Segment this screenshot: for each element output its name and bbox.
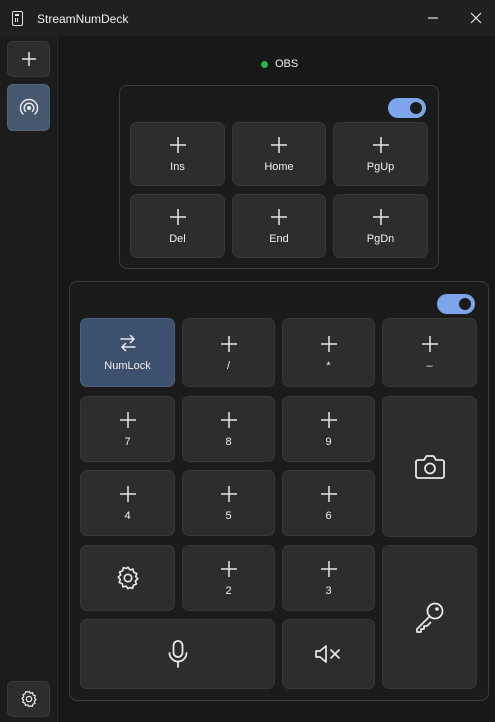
plus-icon <box>320 335 337 352</box>
main-area: OBS Ins Home PgUp Del End PgDn NumLock /… <box>58 36 495 722</box>
camera-icon <box>414 454 445 479</box>
window-title: StreamNumDeck <box>37 12 129 26</box>
numpad-panel: NumLock / * – 7 8 9 4 5 6 2 3 <box>69 281 489 701</box>
key-label: Ins <box>170 161 185 173</box>
plus-icon <box>119 486 136 502</box>
status-label: OBS <box>275 58 299 70</box>
plus-icon <box>169 209 186 225</box>
key-ins[interactable]: Ins <box>130 122 225 186</box>
key-label: 9 <box>325 436 332 448</box>
key-settings[interactable] <box>80 545 175 611</box>
key-label: Del <box>169 233 186 245</box>
key-end[interactable]: End <box>232 194 326 258</box>
key-password[interactable] <box>382 545 477 689</box>
plus-icon <box>421 335 438 352</box>
key-label: PgDn <box>366 233 395 245</box>
key-label: * <box>326 359 331 372</box>
key-multiply[interactable]: * <box>282 318 375 387</box>
plus-icon <box>220 412 237 428</box>
key-label: 7 <box>124 436 131 448</box>
plus-icon <box>320 412 337 428</box>
nav-keys-panel: Ins Home PgUp Del End PgDn <box>119 85 439 269</box>
plus-icon <box>271 137 287 153</box>
key-numlock[interactable]: NumLock <box>80 318 175 387</box>
swap-arrows-icon <box>119 334 136 352</box>
key-label: 4 <box>124 510 131 522</box>
plus-icon <box>320 561 337 577</box>
key-label: / <box>226 359 231 372</box>
key-7[interactable]: 7 <box>80 396 175 462</box>
add-profile-button[interactable] <box>7 41 50 77</box>
mute-icon <box>314 645 340 663</box>
plus-icon <box>220 486 237 502</box>
minimize-button[interactable] <box>410 0 456 36</box>
plus-icon <box>119 412 136 428</box>
key-4[interactable]: 4 <box>80 470 175 536</box>
connection-status: OBS <box>261 58 298 70</box>
minimize-icon <box>428 17 438 19</box>
plus-icon <box>21 52 36 66</box>
close-button[interactable] <box>453 0 495 36</box>
key-3[interactable]: 3 <box>282 545 375 611</box>
key-label: 5 <box>225 510 232 522</box>
key-divide[interactable]: / <box>182 318 275 387</box>
key-mute[interactable] <box>282 619 375 689</box>
key-label: PgUp <box>366 161 395 173</box>
key-2[interactable]: 2 <box>182 545 275 611</box>
key-label: 6 <box>325 510 332 522</box>
title-bar: StreamNumDeck <box>0 0 495 36</box>
key-8[interactable]: 8 <box>182 396 275 462</box>
key-label: End <box>269 233 289 245</box>
key-label: 8 <box>225 436 232 448</box>
plus-icon <box>169 137 186 153</box>
plus-icon <box>372 209 389 225</box>
key-pgdn[interactable]: PgDn <box>333 194 428 258</box>
streaming-profile-button[interactable] <box>7 84 50 131</box>
key-6[interactable]: 6 <box>282 470 375 536</box>
key-microphone[interactable] <box>80 619 275 689</box>
key-pgup[interactable]: PgUp <box>333 122 428 186</box>
key-label: Home <box>264 161 294 173</box>
app-icon <box>12 11 23 26</box>
key-5[interactable]: 5 <box>182 470 275 536</box>
key-minus[interactable]: – <box>382 318 477 387</box>
plus-icon <box>320 486 337 502</box>
key-screenshot[interactable] <box>382 396 477 537</box>
key-icon <box>415 602 443 633</box>
plus-icon <box>271 209 287 225</box>
settings-button[interactable] <box>7 681 50 717</box>
nav-panel-toggle[interactable] <box>388 98 426 118</box>
plus-icon <box>220 561 237 577</box>
key-del[interactable]: Del <box>130 194 225 258</box>
key-label: 3 <box>325 585 332 597</box>
key-label: 2 <box>225 585 232 597</box>
sidebar <box>0 36 58 722</box>
gear-icon <box>20 690 37 708</box>
plus-icon <box>372 137 389 153</box>
gear-icon <box>116 566 139 590</box>
plus-icon <box>220 335 237 352</box>
key-9[interactable]: 9 <box>282 396 375 462</box>
broadcast-icon <box>19 98 38 115</box>
key-home[interactable]: Home <box>232 122 326 186</box>
close-icon <box>470 12 482 24</box>
key-label: NumLock <box>104 360 151 372</box>
numpad-panel-toggle[interactable] <box>437 294 475 314</box>
key-label: – <box>426 359 433 372</box>
status-dot-icon <box>261 60 268 68</box>
microphone-icon <box>168 640 187 668</box>
